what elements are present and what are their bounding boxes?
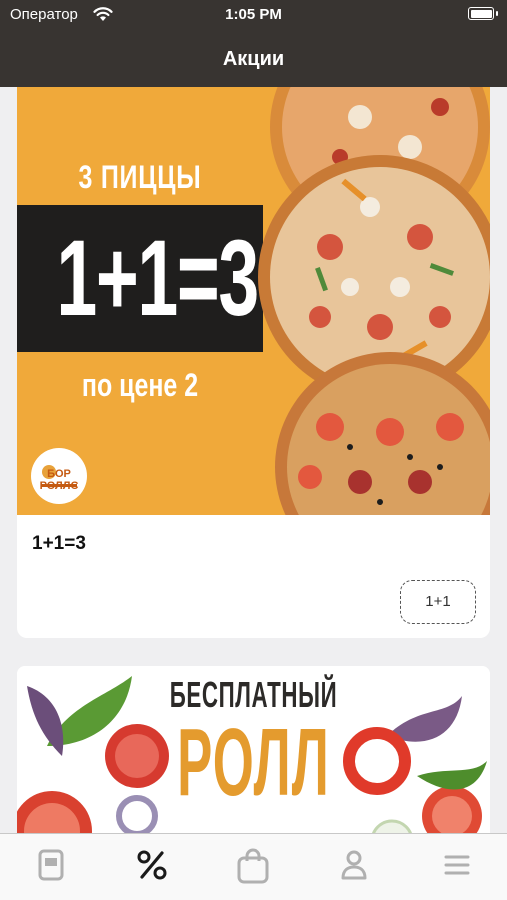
promo-card[interactable]: 3 ПИЦЦЫ 1+1=3 по цене 2 БОР РОЛЛС 1+1=3 …	[17, 87, 490, 638]
status-bar: Оператор 1:05 PM	[0, 0, 507, 30]
promo-card[interactable]: БЕСПЛАТНЫЙ РОЛЛ	[17, 666, 490, 833]
promotions-list[interactable]: 3 ПИЦЦЫ 1+1=3 по цене 2 БОР РОЛЛС 1+1=3 …	[0, 87, 507, 833]
promo-tag: 1+1	[400, 580, 476, 624]
banner-line3: по цене 2	[81, 367, 199, 403]
tab-bar	[0, 833, 507, 900]
navigation-bar: Акции	[0, 30, 507, 87]
tab-promotions[interactable]	[132, 848, 172, 884]
tab-cart[interactable]	[233, 848, 273, 884]
tab-more[interactable]	[437, 848, 477, 884]
banner-line2: РОЛЛ	[177, 709, 330, 816]
menu-icon	[38, 849, 64, 881]
brand-logo: БОР РОЛЛС	[31, 448, 87, 504]
promo-banner[interactable]: БЕСПЛАТНЫЙ РОЛЛ	[17, 666, 490, 833]
bag-icon	[237, 848, 269, 884]
banner-headline: 1+1=3	[56, 217, 259, 338]
banner-line1: 3 ПИЦЦЫ	[78, 159, 202, 195]
promo-title: 1+1=3	[32, 533, 86, 554]
battery-level	[470, 9, 492, 18]
percent-icon	[137, 850, 167, 880]
page-title: Акции	[222, 48, 285, 70]
tab-profile[interactable]	[334, 848, 374, 884]
promo-banner[interactable]: 3 ПИЦЦЫ 1+1=3 по цене 2 БОР РОЛЛС	[17, 87, 490, 515]
tab-menu[interactable]	[31, 848, 71, 884]
profile-icon	[341, 850, 367, 880]
clock: 1:05 PM	[225, 6, 282, 23]
pizza-illustration	[258, 87, 490, 515]
more-icon	[444, 855, 470, 875]
battery-icon	[468, 7, 498, 20]
logo-text: БОР РОЛЛС	[39, 468, 79, 492]
